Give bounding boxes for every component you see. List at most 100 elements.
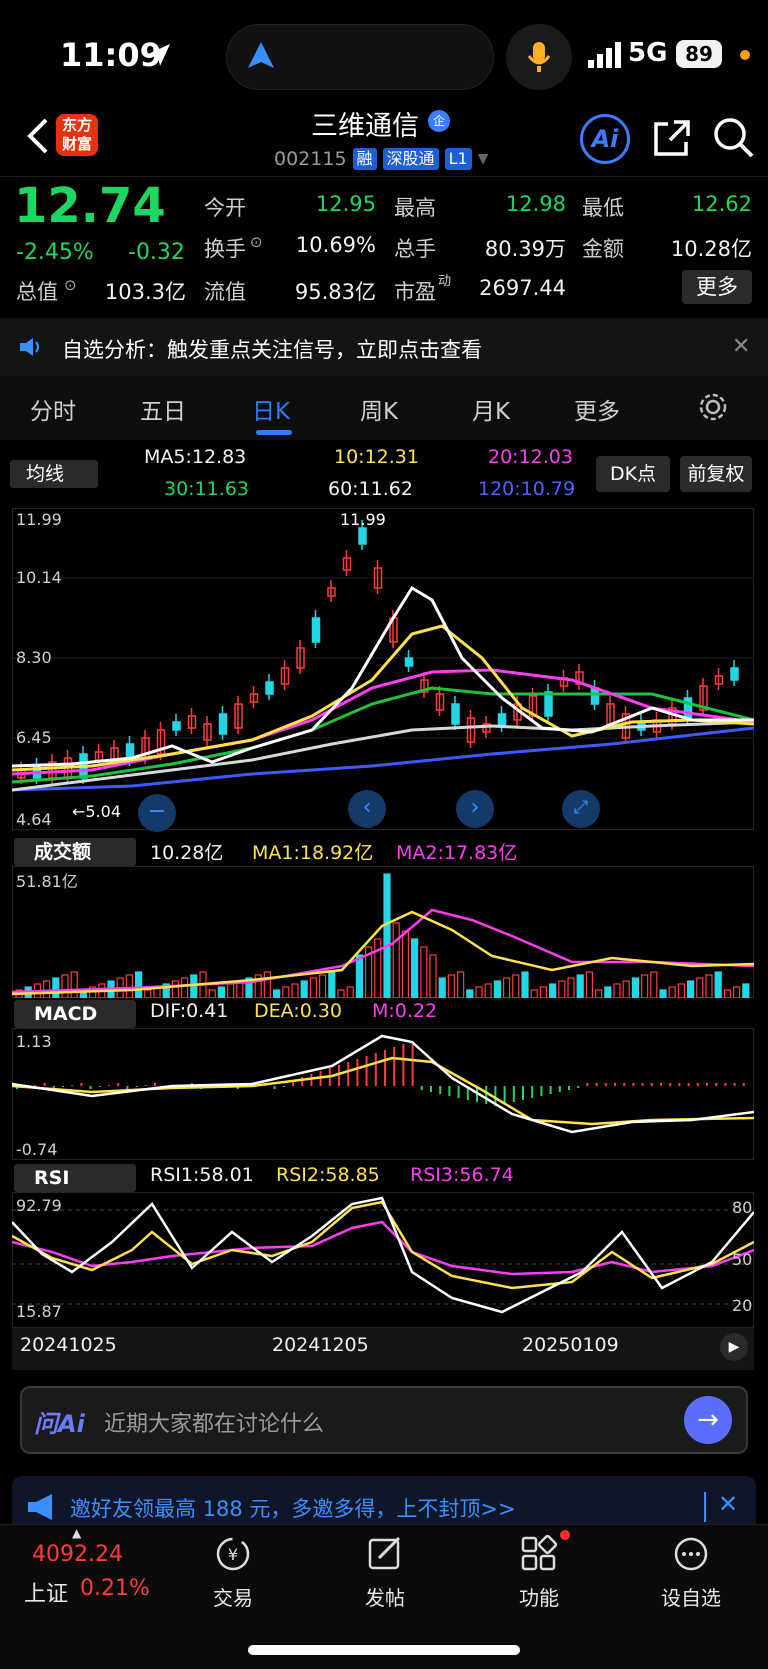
volume-bar	[291, 983, 299, 998]
macd-bar	[282, 1086, 285, 1087]
volume-bar	[558, 980, 566, 998]
candle-body	[730, 667, 739, 681]
macd-y-max: 1.13	[16, 1032, 52, 1051]
fullscreen-icon[interactable]: ⤢	[562, 790, 600, 828]
send-arrow-icon[interactable]: →	[684, 1396, 732, 1444]
back-arrow-icon[interactable]	[22, 116, 56, 156]
close-icon[interactable]: ✕	[732, 334, 750, 359]
microphone-icon	[527, 42, 551, 72]
kline-y-max: 11.99	[16, 510, 62, 529]
ask-ai-input[interactable]: 近期大家都在讨论什么	[104, 1406, 324, 1438]
zoom-out-button[interactable]: −	[138, 794, 176, 832]
volume-bar	[337, 989, 345, 998]
volume-bar	[208, 989, 216, 998]
tab-daily-k[interactable]: 日K	[252, 392, 290, 426]
ma-dropdown[interactable]: 均线	[10, 460, 98, 488]
notice-text[interactable]: 自选分析：触发重点关注信号，立即点击查看	[62, 334, 482, 364]
macd-bar	[154, 1083, 156, 1086]
volume-bar	[594, 989, 603, 998]
nav-post[interactable]: 发帖	[330, 1534, 440, 1611]
volume-bar	[466, 989, 474, 998]
yen-cycle-icon: ¥	[216, 1537, 250, 1571]
info-icon[interactable]: ⊙	[250, 233, 263, 251]
macd-bar	[577, 1086, 580, 1088]
index-value[interactable]: 4092.24	[32, 1542, 123, 1567]
play-icon[interactable]: ▶	[720, 1333, 748, 1361]
volume-bar	[144, 989, 152, 998]
volume-bar	[125, 974, 134, 998]
nav-functions[interactable]: 功能	[484, 1534, 594, 1611]
volume-bar	[263, 971, 271, 998]
candle-body	[265, 681, 274, 695]
volume-bar	[420, 946, 428, 998]
volume-bar	[52, 977, 60, 998]
adjust-button[interactable]: 前复权	[680, 456, 752, 492]
search-icon[interactable]	[712, 116, 754, 158]
volume-bar	[181, 977, 189, 998]
volume-bar	[493, 980, 501, 998]
macd-bar	[742, 1083, 745, 1086]
tab-monthly-k[interactable]: 月K	[472, 392, 510, 426]
stock-code-row[interactable]: 002115 融 深股通 L1 ▼	[274, 148, 488, 170]
rsi-dropdown[interactable]: RSI	[14, 1164, 136, 1192]
info-icon[interactable]: ⊙	[64, 276, 77, 294]
candle-body	[683, 697, 693, 719]
dk-point-button[interactable]: DK点	[596, 456, 670, 492]
rsi1-value: RSI1:58.01	[150, 1164, 254, 1186]
macd-dropdown[interactable]: MACD	[14, 1000, 136, 1028]
scroll-left-button[interactable]: ‹	[348, 790, 386, 828]
volume-dropdown[interactable]: 成交额	[14, 838, 136, 866]
app-logo: 东方 财富	[56, 114, 98, 156]
index-name[interactable]: 上证	[24, 1576, 68, 1608]
invite-text[interactable]: 邀好友领最高 188 元，多邀多得，上不封顶>>	[70, 1493, 516, 1523]
edit-icon	[368, 1536, 401, 1570]
more-button[interactable]: 更多	[682, 270, 752, 304]
volume-bar	[346, 986, 354, 998]
macd-bar	[549, 1086, 552, 1094]
tab-active-indicator	[256, 430, 292, 435]
ai-button[interactable]: Ai	[580, 114, 630, 164]
candle-body	[404, 657, 414, 667]
volume-bar	[438, 977, 446, 998]
macd-bar	[108, 1085, 110, 1086]
high-marker: 11.99	[340, 510, 386, 529]
mktcap-value: 103.3亿	[104, 280, 186, 304]
date-label-2: 20241205	[272, 1334, 369, 1356]
nav-trade[interactable]: ¥ 交易	[178, 1534, 288, 1611]
index-change[interactable]: 0.21%	[80, 1576, 150, 1601]
macd-y-min: -0.74	[16, 1140, 58, 1159]
macd-bar	[43, 1083, 46, 1086]
low-label: 最低	[582, 196, 624, 220]
close-icon[interactable]: ✕	[718, 1490, 738, 1518]
float-label: 流值	[204, 280, 246, 304]
macd-svg	[12, 1034, 754, 1134]
rsi-level-50: 50	[732, 1250, 753, 1269]
share-icon[interactable]	[652, 118, 692, 158]
scroll-right-button[interactable]: ›	[456, 790, 494, 828]
gear-icon[interactable]	[698, 392, 728, 422]
tab-more[interactable]: 更多	[574, 392, 620, 426]
tab-intraday[interactable]: 分时	[30, 392, 76, 426]
high-value: 12.98	[505, 192, 566, 216]
ma5-value: MA5:12.83	[144, 446, 247, 468]
volume-bar	[732, 986, 741, 998]
current-price: 12.74	[14, 178, 166, 234]
grid-icon	[521, 1534, 558, 1571]
nav-watchlist-settings[interactable]: 设自选	[636, 1534, 746, 1611]
volume-bar	[742, 983, 750, 998]
macd-bar	[365, 1056, 368, 1086]
volume-bar	[447, 974, 455, 998]
macd-bar	[374, 1053, 377, 1086]
tab-weekly-k[interactable]: 周K	[360, 392, 398, 426]
tab-five-day[interactable]: 五日	[140, 392, 186, 426]
macd-bar	[71, 1085, 74, 1086]
privacy-dot	[740, 50, 750, 60]
pe-superscript: 动	[438, 274, 452, 289]
divider	[0, 176, 768, 177]
volume-bar	[604, 986, 612, 998]
mktcap-label: 总值	[16, 280, 58, 304]
macd-bar	[126, 1086, 129, 1089]
macd-bar	[696, 1083, 699, 1086]
macd-bar	[706, 1083, 708, 1086]
megaphone-icon	[28, 1494, 52, 1520]
